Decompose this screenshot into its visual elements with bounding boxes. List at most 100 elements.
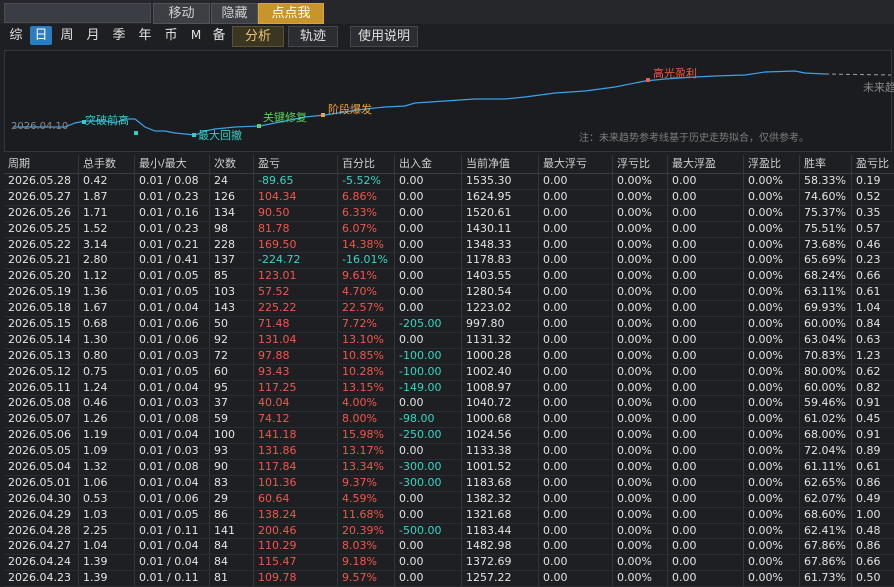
header-profit-loss[interactable]: 盈亏	[253, 155, 337, 173]
cell-profit-loss-ratio: 0.82	[851, 380, 894, 396]
cell-period: 2026.05.12	[8, 364, 71, 378]
table-row[interactable]: 2026.05.08 0.46 0.01 / 0.03 37 40.04 4.00% 0.0…	[4, 396, 894, 413]
tab-month[interactable]: 月	[82, 26, 104, 45]
header-max-float-loss[interactable]: 最大浮亏	[538, 155, 612, 173]
header-win-rate[interactable]: 胜率	[799, 155, 851, 173]
cell-percent: 8.00%	[337, 412, 394, 428]
analysis-button[interactable]: 分析	[232, 26, 284, 47]
header-percent[interactable]: 百分比	[337, 155, 394, 173]
tab-week[interactable]: 周	[56, 26, 78, 45]
cell-total-lots: 3.14	[78, 237, 134, 253]
cell-net-value: 1008.97	[461, 380, 538, 396]
cell-float-loss-ratio: 0.00%	[612, 539, 667, 555]
cell-percent: 9.18%	[337, 555, 394, 571]
cell-win-rate: 68.60%	[799, 507, 851, 523]
cell-period: 2026.04.29	[8, 507, 71, 521]
cell-deposit-withdraw: 0.00	[394, 301, 461, 317]
table-row[interactable]: 2026.05.19 1.36 0.01 / 0.05 103 57.52 4.70% 0.…	[4, 285, 894, 302]
tab-summary[interactable]: 综	[6, 26, 26, 45]
tab-day[interactable]: 日	[30, 26, 52, 45]
header-profit-loss-ratio[interactable]: 盈亏比	[851, 155, 894, 173]
table-row[interactable]: 2026.05.11 1.24 0.01 / 0.04 95 117.25 13.15% -…	[4, 380, 894, 397]
table-row[interactable]: 2026.05.05 1.09 0.01 / 0.03 93 131.86 13.17% 0…	[4, 444, 894, 461]
table-row[interactable]: 2026.04.28 2.25 0.01 / 0.11 141 200.46 20.39%…	[4, 523, 894, 540]
cell-win-rate: 62.41%	[799, 523, 851, 539]
cell-percent: 13.15%	[337, 380, 394, 396]
title-input[interactable]	[4, 3, 151, 23]
table-row[interactable]: 2026.05.14 1.30 0.01 / 0.06 92 131.04 13.10% 0…	[4, 332, 894, 349]
cell-deposit-withdraw: -500.00	[394, 523, 461, 539]
table-row[interactable]: 2026.05.06 1.19 0.01 / 0.04 100 141.18 15.98%…	[4, 428, 894, 445]
cell-max-float-loss: 0.00	[538, 221, 612, 237]
table-row[interactable]: 2026.05.12 0.75 0.01 / 0.05 60 93.43 10.28% -1…	[4, 364, 894, 381]
cell-win-rate: 60.00%	[799, 317, 851, 332]
table-row[interactable]: 2026.05.21 2.80 0.01 / 0.41 137 -224.72 -16.0…	[4, 253, 894, 270]
future-trend-line	[824, 73, 891, 76]
table-row[interactable]: 2026.05.18 1.67 0.01 / 0.04 143 225.22 22.57%…	[4, 301, 894, 318]
cell-percent: 7.72%	[337, 317, 394, 332]
cell-period: 2026.05.25	[8, 221, 71, 235]
cell-max-float-profit: 0.00	[667, 539, 743, 555]
cell-deposit-withdraw: 0.00	[394, 237, 461, 253]
cell-max-float-profit: 0.00	[667, 428, 743, 444]
cell-profit-loss-ratio: 1.00	[851, 507, 894, 523]
cell-win-rate: 68.00%	[799, 428, 851, 444]
cell-float-profit-ratio: 0.00%	[743, 444, 799, 460]
move-button[interactable]: 移动	[153, 3, 210, 24]
tab-coin[interactable]: 币	[160, 26, 182, 45]
table-row[interactable]: 2026.04.27 1.04 0.01 / 0.04 84 110.29 8.03% 0.…	[4, 539, 894, 556]
cell-period: 2026.05.14	[8, 332, 71, 346]
table-row[interactable]: 2026.05.04 1.32 0.01 / 0.08 90 117.84 13.34% -…	[4, 460, 894, 476]
tab-season[interactable]: 季	[108, 26, 130, 45]
cell-profit-loss-ratio: 0.48	[851, 523, 894, 539]
cell-float-profit-ratio: 0.00%	[743, 507, 799, 523]
cell-profit-loss: 169.50	[253, 237, 337, 253]
header-count[interactable]: 次数	[209, 155, 253, 173]
cell-max-float-loss: 0.00	[538, 444, 612, 460]
table-row[interactable]: 2026.05.01 1.06 0.01 / 0.04 83 101.36 9.37% -3…	[4, 475, 894, 492]
header-float-profit-ratio[interactable]: 浮盈比	[743, 155, 799, 173]
table-row[interactable]: 2026.05.07 1.26 0.01 / 0.08 59 74.12 8.00% -98…	[4, 412, 894, 429]
table-row[interactable]: 2026.05.20 1.12 0.01 / 0.05 85 123.01 9.61% 0.…	[4, 269, 894, 286]
table-row[interactable]: 2026.05.28 0.42 0.01 / 0.08 24 -89.65 -5.52% 0…	[4, 174, 894, 190]
cell-deposit-withdraw: 0.00	[394, 444, 461, 460]
header-min-max[interactable]: 最小/最大	[134, 155, 209, 173]
tab-year[interactable]: 年	[134, 26, 156, 45]
header-total-lots[interactable]: 总手数	[78, 155, 134, 173]
key-repair-marker	[257, 124, 261, 128]
help-button[interactable]: 使用说明	[350, 26, 418, 47]
cell-max-float-profit: 0.00	[667, 348, 743, 364]
cell-max-float-loss: 0.00	[538, 523, 612, 539]
click-me-button[interactable]: 点点我	[258, 3, 324, 24]
cell-percent: 10.85%	[337, 348, 394, 364]
header-net-value[interactable]: 当前净值	[461, 155, 538, 173]
header-max-float-profit[interactable]: 最大浮盈	[667, 155, 743, 173]
header-period[interactable]: 周期	[4, 155, 78, 173]
table-row[interactable]: 2026.05.22 3.14 0.01 / 0.21 228 169.50 14.38%…	[4, 237, 894, 254]
cell-float-profit-ratio: 0.00%	[743, 189, 799, 205]
header-deposit-withdraw[interactable]: 出入金	[394, 155, 461, 173]
table-row[interactable]: 2026.04.29 1.03 0.01 / 0.05 86 138.24 11.68% 0…	[4, 507, 894, 524]
track-button[interactable]: 轨迹	[288, 26, 338, 47]
hide-button[interactable]: 隐藏	[211, 3, 258, 24]
table-row[interactable]: 2026.05.26 1.71 0.01 / 0.16 134 90.50 6.33% 0.…	[4, 205, 894, 222]
cell-percent: 14.38%	[337, 237, 394, 253]
cell-count: 103	[209, 285, 253, 301]
table-row[interactable]: 2026.04.30 0.53 0.01 / 0.06 29 60.64 4.59% 0.0…	[4, 491, 894, 508]
table-row[interactable]: 2026.04.23 1.39 0.01 / 0.11 81 109.78 9.57% 0.…	[4, 571, 894, 587]
table-row[interactable]: 2026.05.15 0.68 0.01 / 0.06 50 71.48 7.72% -20…	[4, 317, 894, 333]
tab-backup[interactable]: 备	[208, 26, 230, 45]
cell-max-float-loss: 0.00	[538, 380, 612, 396]
header-float-loss-ratio[interactable]: 浮亏比	[612, 155, 667, 173]
cell-deposit-withdraw: 0.00	[394, 491, 461, 507]
table-row[interactable]: 2026.04.24 1.39 0.01 / 0.04 84 115.47 9.18% 0.…	[4, 555, 894, 572]
table-row[interactable]: 2026.05.13 0.80 0.01 / 0.03 72 97.88 10.85% -1…	[4, 348, 894, 365]
cell-win-rate: 58.33%	[799, 174, 851, 189]
table-row[interactable]: 2026.05.27 1.87 0.01 / 0.23 126 104.34 6.86% 0…	[4, 189, 894, 206]
tab-m[interactable]: M	[186, 26, 206, 45]
cell-percent: 4.59%	[337, 491, 394, 507]
cell-max-float-loss: 0.00	[538, 475, 612, 491]
cell-net-value: 1000.28	[461, 348, 538, 364]
cell-net-value: 1321.68	[461, 507, 538, 523]
table-row[interactable]: 2026.05.25 1.52 0.01 / 0.23 98 81.78 6.07% 0.0…	[4, 221, 894, 238]
